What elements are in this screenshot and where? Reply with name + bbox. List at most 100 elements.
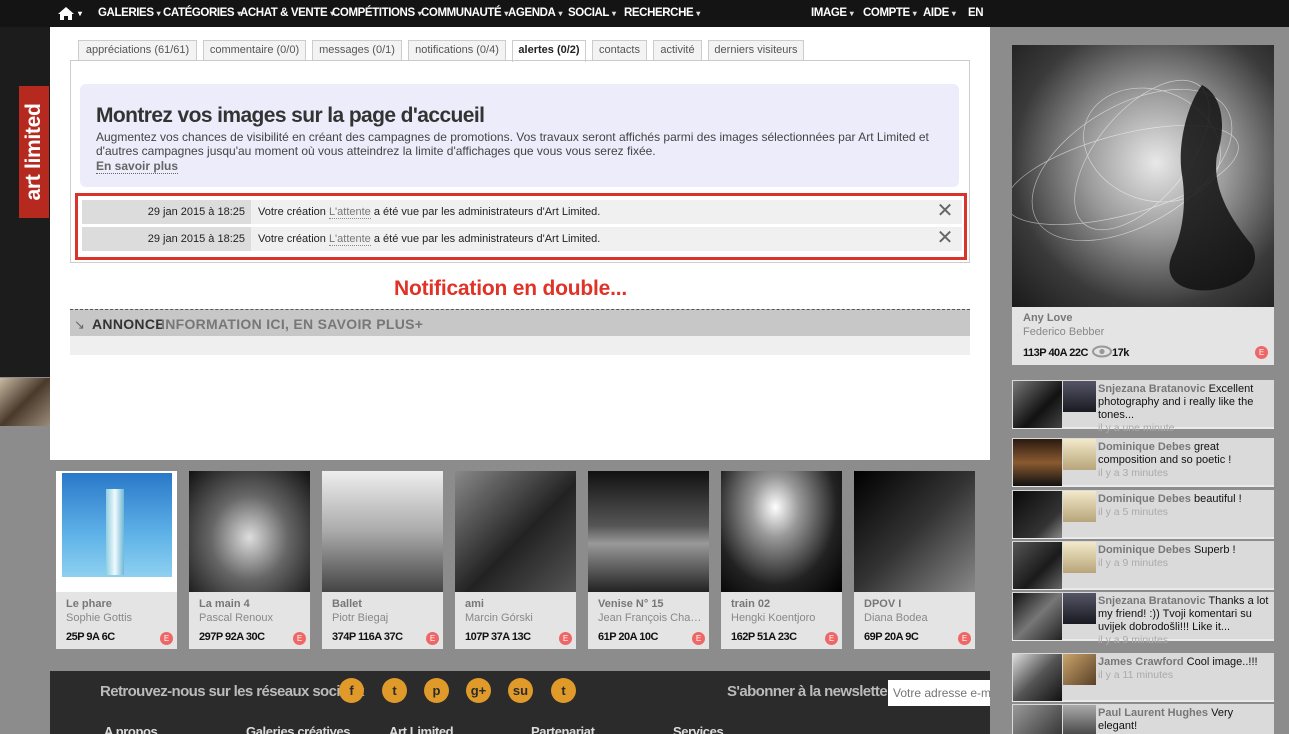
artwork-title[interactable]: ami bbox=[465, 598, 484, 610]
artwork-author[interactable]: Jean François Chauvin bbox=[598, 612, 706, 624]
footer-link-about[interactable]: A propos bbox=[104, 724, 158, 734]
avatar[interactable] bbox=[1063, 381, 1096, 412]
avatar[interactable] bbox=[1063, 542, 1096, 573]
nav-aide[interactable]: AIDE ▾ bbox=[923, 0, 956, 27]
artwork-link[interactable]: L'attente bbox=[328, 233, 371, 246]
comment-item[interactable]: Dominique Debes great composition and so… bbox=[1012, 438, 1274, 487]
nav-language[interactable]: EN bbox=[968, 0, 984, 27]
tab-appreciations[interactable]: appréciations (61/61) bbox=[78, 40, 197, 61]
nav-categories[interactable]: CATÉGORIES ▾ bbox=[163, 0, 241, 27]
tab-contacts[interactable]: contacts bbox=[592, 40, 647, 61]
artwork-title[interactable]: DPOV I bbox=[864, 598, 901, 610]
announcement-bar[interactable]: ↘ ANNONCE INFORMATION ICI, EN SAVOIR PLU… bbox=[70, 309, 970, 336]
social-heading: Retrouvez-nous sur les réseaux sociaux bbox=[100, 683, 365, 700]
artwork-card[interactable]: Ballet Piotr Biegaj 374P 116A 37C E bbox=[322, 471, 443, 649]
nav-compte[interactable]: COMPTE ▾ bbox=[863, 0, 917, 27]
newsletter-email-input[interactable] bbox=[888, 680, 990, 706]
tab-derniers-visiteurs[interactable]: derniers visiteurs bbox=[708, 40, 804, 61]
comment-artwork-thumb[interactable] bbox=[1013, 593, 1062, 640]
twitter-icon[interactable]: t bbox=[382, 678, 407, 703]
google-plus-icon[interactable]: g+ bbox=[466, 678, 491, 703]
comment-artwork-thumb[interactable] bbox=[1013, 491, 1062, 538]
close-icon[interactable]: ✕ bbox=[936, 228, 954, 248]
home-icon[interactable] bbox=[58, 0, 76, 27]
artwork-link[interactable]: L'attente bbox=[328, 206, 371, 219]
comment-artwork-thumb[interactable] bbox=[1013, 439, 1062, 486]
stumbleupon-icon[interactable]: su bbox=[508, 678, 533, 703]
avatar[interactable] bbox=[1063, 439, 1096, 470]
tab-alertes[interactable]: alertes (0/2) bbox=[512, 40, 586, 62]
footer-link-galleries[interactable]: Galeries créatives bbox=[246, 724, 351, 734]
badge-icon: E bbox=[958, 632, 971, 645]
artwork-image[interactable] bbox=[721, 471, 842, 592]
tab-commentaire[interactable]: commentaire (0/0) bbox=[203, 40, 306, 61]
nav-social[interactable]: SOCIAL ▾ bbox=[568, 0, 616, 27]
tab-notifications[interactable]: notifications (0/4) bbox=[408, 40, 506, 61]
tumblr-icon[interactable]: t bbox=[551, 678, 576, 703]
nav-recherche[interactable]: RECHERCHE ▾ bbox=[624, 0, 700, 27]
artwork-title[interactable]: Le phare bbox=[66, 598, 112, 610]
tab-activite[interactable]: activité bbox=[653, 40, 702, 61]
artwork-title[interactable]: Venise N° 15 bbox=[598, 598, 664, 610]
close-icon[interactable]: ✕ bbox=[936, 201, 954, 221]
artwork-image[interactable] bbox=[322, 471, 443, 592]
tab-messages[interactable]: messages (0/1) bbox=[312, 40, 402, 61]
artwork-image[interactable] bbox=[56, 471, 177, 592]
nav-image[interactable]: IMAGE ▾ bbox=[811, 0, 854, 27]
comment-artwork-thumb[interactable] bbox=[1013, 654, 1062, 701]
artwork-author[interactable]: Marcin Górski bbox=[465, 612, 573, 624]
artwork-title[interactable]: La main 4 bbox=[199, 598, 250, 610]
footer-link-partnership[interactable]: Partenariat bbox=[531, 724, 595, 734]
artwork-card[interactable]: train 02 Hengki Koentjoro 162P 51A 23C E bbox=[721, 471, 842, 649]
comment-item[interactable]: Snjezana Bratanovic Thanks a lot my frie… bbox=[1012, 592, 1274, 646]
featured-title[interactable]: Any Love bbox=[1023, 312, 1073, 324]
artwork-stats: 61P 20A 10C bbox=[598, 631, 658, 643]
side-thumbnail[interactable] bbox=[0, 378, 50, 426]
comment-item[interactable]: Snjezana Bratanovic Excellent photograph… bbox=[1012, 380, 1274, 434]
comment-item[interactable]: James Crawford Cool image..!!! il y a 11 … bbox=[1012, 653, 1274, 702]
comment-item[interactable]: Dominique Debes beautiful ! il y a 5 minu… bbox=[1012, 490, 1274, 539]
facebook-icon[interactable]: f bbox=[339, 678, 364, 703]
featured-image[interactable] bbox=[1012, 45, 1274, 307]
promo-learn-more-link[interactable]: En savoir plus bbox=[96, 159, 179, 174]
artwork-card[interactable]: ami Marcin Górski 107P 37A 13C E bbox=[455, 471, 576, 649]
pinterest-icon[interactable]: p bbox=[424, 678, 449, 703]
comment-artwork-thumb[interactable] bbox=[1013, 705, 1062, 734]
artwork-image[interactable] bbox=[588, 471, 709, 592]
comment-item[interactable]: Dominique Debes Superb ! il y a 9 minutes bbox=[1012, 541, 1274, 590]
nav-agenda[interactable]: AGENDA ▾ bbox=[508, 0, 562, 27]
artwork-card[interactable]: DPOV I Diana Bodea 69P 20A 9C E bbox=[854, 471, 975, 649]
artwork-author[interactable]: Sophie Gottis bbox=[66, 612, 174, 624]
artwork-author[interactable]: Pascal Renoux bbox=[199, 612, 307, 624]
art-limited-logo[interactable]: art limited bbox=[19, 86, 49, 218]
artwork-card[interactable]: Venise N° 15 Jean François Chauvin 61P 2… bbox=[588, 471, 709, 649]
avatar[interactable] bbox=[1063, 593, 1096, 624]
badge-icon: E bbox=[293, 632, 306, 645]
artwork-image[interactable] bbox=[854, 471, 975, 592]
avatar[interactable] bbox=[1063, 491, 1096, 522]
nav-galeries[interactable]: GALERIES ▾ bbox=[98, 0, 161, 27]
artwork-image[interactable] bbox=[189, 471, 310, 592]
artwork-author[interactable]: Hengki Koentjoro bbox=[731, 612, 839, 624]
avatar[interactable] bbox=[1063, 654, 1096, 685]
comment-artwork-thumb[interactable] bbox=[1013, 381, 1062, 428]
artwork-author[interactable]: Diana Bodea bbox=[864, 612, 972, 624]
artwork-card[interactable]: La main 4 Pascal Renoux 297P 92A 30C E bbox=[189, 471, 310, 649]
artwork-title[interactable]: train 02 bbox=[731, 598, 770, 610]
featured-artwork[interactable]: Any Love Federico Bebber 113P 40A 22C 17… bbox=[1012, 45, 1274, 365]
artwork-image[interactable] bbox=[455, 471, 576, 592]
artwork-title[interactable]: Ballet bbox=[332, 598, 362, 610]
artwork-author[interactable]: Piotr Biegaj bbox=[332, 612, 440, 624]
featured-author[interactable]: Federico Bebber bbox=[1023, 326, 1104, 338]
footer-link-services[interactable]: Services bbox=[673, 724, 724, 734]
nav-achat-vente[interactable]: ACHAT & VENTE ▾ bbox=[240, 0, 334, 27]
comment-item[interactable]: Paul Laurent Hughes Very elegant! bbox=[1012, 704, 1274, 734]
comment-text: James Crawford Cool image..!!! il y a 11 … bbox=[1098, 656, 1258, 681]
nav-communaute[interactable]: COMMUNAUTÉ ▾ bbox=[421, 0, 508, 27]
artwork-card[interactable]: Le phare Sophie Gottis 25P 9A 6C E bbox=[56, 471, 177, 649]
nav-competitions[interactable]: COMPÉTITIONS ▾ bbox=[332, 0, 422, 27]
artwork-stats: 374P 116A 37C bbox=[332, 631, 403, 643]
avatar[interactable] bbox=[1063, 705, 1096, 734]
comment-artwork-thumb[interactable] bbox=[1013, 542, 1062, 589]
footer-link-art-limited[interactable]: Art Limited bbox=[389, 724, 454, 734]
